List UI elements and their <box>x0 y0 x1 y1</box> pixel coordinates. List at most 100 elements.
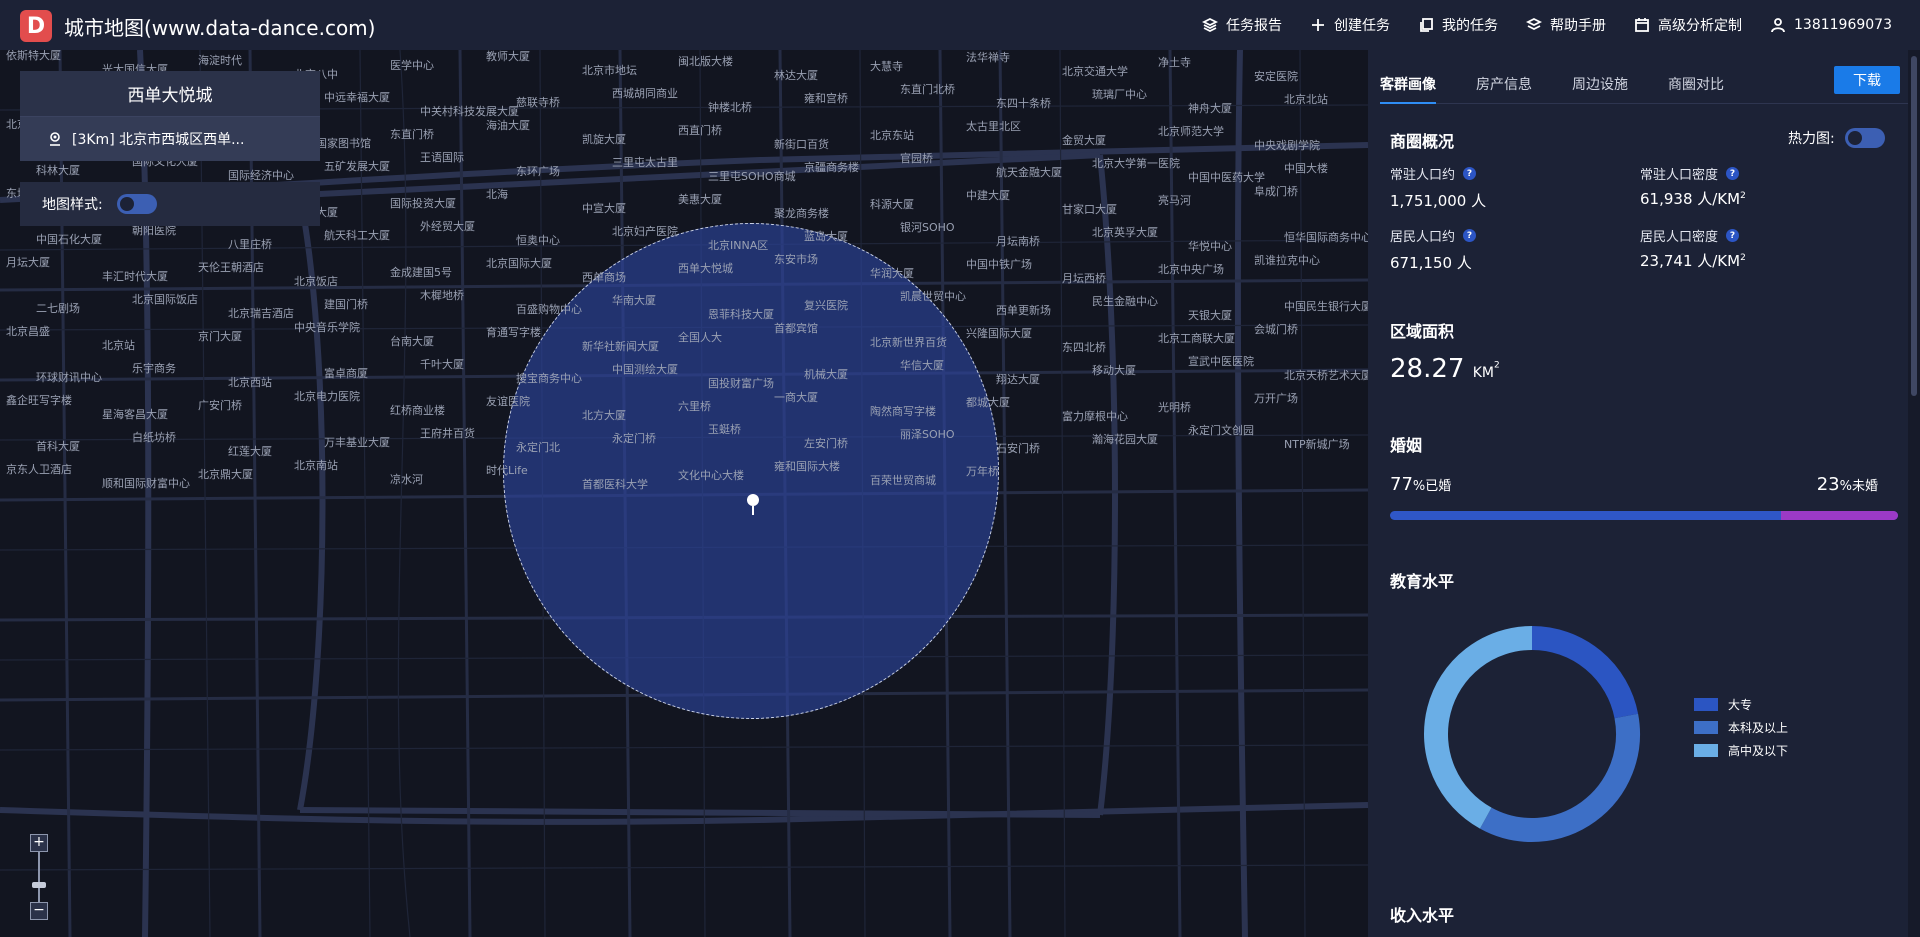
stat-household-pop-label: 居民人口约? <box>1390 226 1477 245</box>
single-stat: 23%未婚 <box>1816 474 1878 495</box>
map-place-label: 玉蜓桥 <box>708 423 741 436</box>
nav-advanced-analysis-label: 高级分析定制 <box>1658 18 1743 34</box>
nav-create-task[interactable]: 创建任务 <box>1310 15 1390 35</box>
map-place-label: 陶然商写字楼 <box>870 405 936 418</box>
panel-tabs: 客群画像 房产信息 周边设施 商圈对比 <box>1380 64 1908 104</box>
map-place-label: 凉水河 <box>390 473 423 486</box>
map-place-label: 聚龙商务楼 <box>774 207 829 220</box>
zoom-out-button[interactable]: − <box>30 902 48 920</box>
location-pin-icon[interactable] <box>746 493 760 515</box>
map-place-label: 安定医院 <box>1254 70 1298 83</box>
map-place-label: 万开广场 <box>1254 392 1298 405</box>
map-place-label: 宣武中医医院 <box>1188 355 1254 368</box>
zoom-slider-track[interactable] <box>38 852 40 902</box>
tab-nearby-facilities[interactable]: 周边设施 <box>1572 74 1628 94</box>
map-place-label: 北京妇产医院 <box>612 225 678 238</box>
zoom-slider-handle[interactable] <box>32 882 46 888</box>
page-scrollbar[interactable] <box>1908 50 1920 937</box>
map-place-label: 华润大厦 <box>870 267 914 280</box>
tab-customer-profile[interactable]: 客群画像 <box>1380 74 1436 94</box>
stat-household-pop-value: 671,150 人 <box>1390 254 1472 272</box>
legend-item[interactable]: 大专 <box>1694 696 1788 713</box>
help-icon[interactable]: ? <box>1463 229 1477 242</box>
map-place-label: 西直门桥 <box>678 124 722 137</box>
map-place-label: 北京中央广场 <box>1158 263 1224 276</box>
nav-help-manual[interactable]: 帮助手册 <box>1526 15 1606 35</box>
heatmap-toggle[interactable] <box>1844 128 1885 148</box>
map-place-label: 全国人大 <box>678 331 722 344</box>
map-place-label: 月坛大厦 <box>6 256 50 269</box>
help-icon[interactable]: ? <box>1726 167 1740 180</box>
map-place-label: 北京北站 <box>1284 93 1328 106</box>
map-place-label: 五矿发展大厦 <box>324 160 390 173</box>
map-place-label: 中央戏剧学院 <box>1254 139 1320 152</box>
map-place-label: 中国石化大厦 <box>36 233 102 246</box>
nav-advanced-analysis[interactable]: 高级分析定制 <box>1634 15 1742 35</box>
map-place-label: 北京市地坛 <box>582 64 637 77</box>
legend-item[interactable]: 本科及以上 <box>1694 719 1788 736</box>
zoom-control: + − <box>30 834 48 920</box>
map-place-label: 天银大厦 <box>1188 309 1232 322</box>
map-place-label: 外经贸大厦 <box>420 220 475 233</box>
map-place-label: 海淀时代 <box>198 54 242 67</box>
map-place-label: 机械大厦 <box>804 368 848 381</box>
nav-task-report-label: 任务报告 <box>1226 18 1283 34</box>
map-place-label: 北京瑞吉酒店 <box>228 307 294 320</box>
nav-my-tasks[interactable]: 我的任务 <box>1418 15 1498 35</box>
map-place-label: 首都宾馆 <box>774 322 818 335</box>
map-place-label: 永定门桥 <box>612 432 656 445</box>
map-place-label: 中国中铁广场 <box>966 258 1032 271</box>
map-place-label: 京门大厦 <box>198 330 242 343</box>
nav-task-report[interactable]: 任务报告 <box>1202 15 1282 35</box>
nav-help-manual-label: 帮助手册 <box>1550 18 1607 34</box>
map-place-label: 乐宇商务 <box>132 362 176 375</box>
site-title[interactable]: 城市地图(www.data-dance.com) <box>64 12 375 41</box>
map-place-label: 红桥商业楼 <box>390 404 445 417</box>
donut-slice[interactable] <box>1424 626 1533 829</box>
donut-slice[interactable] <box>1531 626 1639 719</box>
calendar-icon <box>1635 18 1649 32</box>
help-icon[interactable]: ? <box>1726 229 1740 242</box>
location-marker-icon <box>50 132 60 146</box>
tab-district-compare[interactable]: 商圈对比 <box>1668 74 1724 94</box>
donut-slice[interactable] <box>1479 713 1640 842</box>
map-place-label: 北京大学第一医院 <box>1092 157 1180 170</box>
map-style-toggle[interactable] <box>116 194 157 214</box>
map-place-label: 北海 <box>486 188 508 201</box>
map-place-label: 八里庄桥 <box>228 238 272 251</box>
app-logo[interactable]: D <box>20 10 52 42</box>
map-place-label: 雍和宫桥 <box>804 92 848 105</box>
location-title[interactable]: 西单大悦城 <box>20 71 320 117</box>
map-place-label: 鑫企旺写字楼 <box>6 394 72 407</box>
map-place-label: 华信大厦 <box>900 359 944 372</box>
map-place-label: 凯谁拉克中心 <box>1254 254 1320 267</box>
education-title: 教育水平 <box>1390 572 1455 591</box>
legend-item[interactable]: 高中及以下 <box>1694 742 1788 759</box>
nav-my-tasks-label: 我的任务 <box>1442 18 1499 34</box>
tab-housing-info[interactable]: 房产信息 <box>1476 74 1532 94</box>
scrollbar-thumb[interactable] <box>1911 56 1917 396</box>
map-place-label: 二七剧场 <box>36 302 80 315</box>
map-place-label: 三里屯太古里 <box>612 156 678 169</box>
map-place-label: 搜宝商务中心 <box>516 372 582 385</box>
map-place-label: 教师大厦 <box>486 50 530 63</box>
map-place-label: 海油大厦 <box>486 119 530 132</box>
map-place-label: 天伦王朝酒店 <box>198 261 264 274</box>
location-address-row[interactable]: [3Km] 北京市西城区西单... <box>20 117 320 161</box>
nav-user-account[interactable]: 13811969073 <box>1770 17 1892 33</box>
education-donut-chart <box>1424 626 1640 842</box>
user-icon <box>1771 18 1785 33</box>
map-place-label: 北京INNA区 <box>708 239 769 252</box>
map-place-label: 琉璃厂中心 <box>1092 88 1147 101</box>
map-place-label: 星海客昌大厦 <box>102 408 168 421</box>
help-icon[interactable]: ? <box>1463 167 1477 180</box>
zoom-in-button[interactable]: + <box>30 834 48 852</box>
map-place-label: 富力摩根中心 <box>1062 410 1128 423</box>
stat-resident-pop-value: 1,751,000 人 <box>1390 192 1487 210</box>
map-place-label: 北京站 <box>102 339 135 352</box>
map-place-label: 会城门桥 <box>1254 323 1298 336</box>
map-place-label: 北京新世界百货 <box>870 336 947 349</box>
map-place-label: 万丰基业大厦 <box>324 436 390 449</box>
map-place-label: 国际经济中心 <box>228 169 294 182</box>
download-button[interactable]: 下载 <box>1834 66 1900 94</box>
